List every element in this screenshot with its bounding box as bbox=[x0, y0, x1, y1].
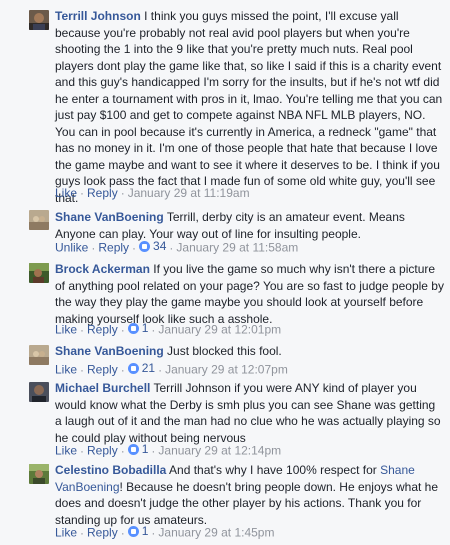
comment-author[interactable]: Shane VanBoening bbox=[55, 344, 164, 358]
reply-button[interactable]: Reply bbox=[87, 186, 118, 200]
comment-author[interactable]: Brock Ackerman bbox=[55, 262, 150, 276]
comment-actions: Like · Reply · 1 · January 29 at 1:45pm bbox=[55, 523, 275, 540]
avatar[interactable] bbox=[29, 10, 49, 30]
comment-author[interactable]: Celestino Bobadilla bbox=[55, 463, 166, 477]
reaction-count[interactable]: 21 bbox=[127, 360, 155, 376]
comment-body: Terrill Johnson I think you guys missed … bbox=[55, 8, 445, 206]
comment-actions: Like · Reply · 1 · January 29 at 12:14pm bbox=[55, 441, 282, 458]
comment-body: Brock Ackerman If you live the game so m… bbox=[55, 261, 445, 327]
thumbs-up-icon bbox=[127, 362, 139, 374]
reaction-count[interactable]: 1 bbox=[127, 441, 148, 457]
comment-text: And that's why I have 100% respect for bbox=[169, 463, 377, 477]
avatar[interactable] bbox=[29, 464, 49, 484]
avatar[interactable] bbox=[29, 210, 49, 230]
comment-timestamp[interactable]: January 29 at 1:45pm bbox=[158, 526, 274, 540]
comment-body: Michael Burchell Terrill Johnson if you … bbox=[55, 380, 445, 446]
unlike-button[interactable]: Unlike bbox=[55, 241, 88, 255]
comment-author[interactable]: Michael Burchell bbox=[55, 381, 150, 395]
like-button[interactable]: Like bbox=[55, 363, 77, 377]
reaction-count[interactable]: 34 bbox=[139, 238, 166, 254]
comment-body: Shane VanBoening Just blocked this fool. bbox=[55, 343, 445, 360]
comment-author[interactable]: Shane VanBoening bbox=[55, 210, 164, 224]
like-button[interactable]: Like bbox=[55, 526, 77, 540]
comment-body: Celestino Bobadilla And that's why I hav… bbox=[55, 462, 445, 528]
comment-actions: Like · Reply · January 29 at 11:19am bbox=[55, 186, 250, 200]
reply-button[interactable]: Reply bbox=[98, 241, 129, 255]
like-button[interactable]: Like bbox=[55, 444, 77, 458]
comment-actions: Like · Reply · 1 · January 29 at 12:01pm bbox=[55, 320, 282, 337]
comment-timestamp[interactable]: January 29 at 11:19am bbox=[128, 186, 250, 200]
like-button[interactable]: Like bbox=[55, 323, 77, 337]
reaction-count[interactable]: 1 bbox=[127, 523, 148, 539]
comment-timestamp[interactable]: January 29 at 12:01pm bbox=[158, 323, 281, 337]
comment-text: Just blocked this fool. bbox=[167, 344, 282, 358]
avatar[interactable] bbox=[29, 263, 49, 283]
avatar[interactable] bbox=[29, 345, 49, 365]
comment-timestamp[interactable]: January 29 at 12:07pm bbox=[165, 363, 288, 377]
reaction-count[interactable]: 1 bbox=[127, 320, 148, 336]
comment-actions: Unlike · Reply · 34 · January 29 at 11:58am bbox=[55, 238, 299, 255]
thumbs-up-icon bbox=[127, 525, 139, 537]
reply-button[interactable]: Reply bbox=[87, 323, 118, 337]
thumbs-up-icon bbox=[139, 240, 151, 252]
reply-button[interactable]: Reply bbox=[87, 363, 118, 377]
thumbs-up-icon bbox=[127, 443, 139, 455]
comment-timestamp[interactable]: January 29 at 11:58am bbox=[176, 241, 298, 255]
comment-timestamp[interactable]: January 29 at 12:14pm bbox=[158, 444, 281, 458]
comment-actions: Like · Reply · 21 · January 29 at 12:07pm bbox=[55, 360, 288, 377]
like-button[interactable]: Like bbox=[55, 186, 77, 200]
comment-author[interactable]: Terrill Johnson bbox=[55, 9, 141, 23]
avatar[interactable] bbox=[29, 382, 49, 402]
reply-button[interactable]: Reply bbox=[87, 526, 118, 540]
comment-text: I think you guys missed the point, I'll … bbox=[55, 9, 443, 205]
thumbs-up-icon bbox=[127, 322, 139, 334]
reply-button[interactable]: Reply bbox=[87, 444, 118, 458]
